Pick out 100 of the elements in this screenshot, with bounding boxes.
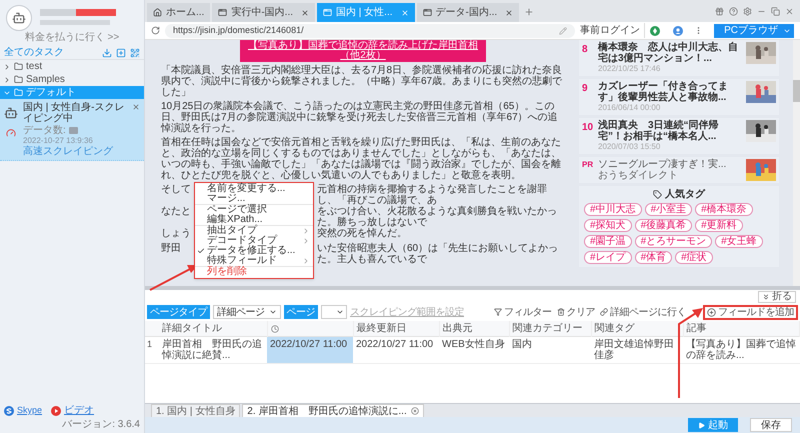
tag-link[interactable]: #とろサーモン <box>634 235 712 248</box>
extension-icon[interactable] <box>650 26 660 36</box>
menu-item[interactable]: 名前を変更する... <box>195 184 313 194</box>
column-header[interactable]: 最終更新日 <box>356 323 406 334</box>
scrollbar[interactable] <box>793 40 800 286</box>
data-count-label: データ数: <box>23 125 66 136</box>
help-icon[interactable] <box>729 6 738 16</box>
browser-tab[interactable]: 実行中-国内... <box>212 3 316 22</box>
clock-icon <box>270 324 278 332</box>
tag-link[interactable]: #女王蜂 <box>715 235 763 248</box>
skype-link[interactable]: Skype <box>17 404 42 418</box>
close-icon[interactable] <box>301 8 310 16</box>
ranking-card[interactable]: 10 浅田真央 3日連続“同伴帰宅”！お相手は“橋本名人... 2020/07/03 15:50 <box>579 118 779 154</box>
tags-title: 人気タグ <box>665 189 705 200</box>
qr-icon[interactable] <box>130 48 140 58</box>
table-cell[interactable]: 2022/10/27 11:00 <box>267 336 353 364</box>
tag-link[interactable]: #症状 <box>675 251 713 264</box>
add-field-button[interactable]: フィールドを追加 <box>703 304 798 320</box>
refresh-icon[interactable] <box>151 26 160 35</box>
login-button[interactable]: 事前ログイン <box>580 23 646 38</box>
settings-icon[interactable] <box>743 6 752 16</box>
column-header[interactable]: 記事 <box>686 323 706 334</box>
close-icon[interactable] <box>410 407 419 415</box>
result-tab[interactable]: 2. 岸田首相 野田氏の追悼演説に... <box>242 404 424 417</box>
rank-number: 8 <box>582 43 589 57</box>
video-link[interactable]: ビデオ <box>64 403 94 418</box>
profile-icon[interactable] <box>673 26 684 36</box>
ranking-title: カズレーザー「付き合ってます」後輩男性芸人と事故物... <box>598 81 729 103</box>
window-icon <box>323 8 332 17</box>
close-icon[interactable] <box>505 8 514 16</box>
tag-link[interactable]: #探知犬 <box>584 219 632 232</box>
column-header[interactable]: 関連タグ <box>594 323 634 334</box>
ranking-card[interactable]: PR ソニーグループ凄すぎ！実... おうちダイレクト <box>579 157 779 183</box>
close-icon[interactable] <box>132 103 140 111</box>
table-cell[interactable]: 岸田首相 野田氏の追悼演説に絶賛... <box>159 336 267 364</box>
profile-avatar <box>6 5 32 31</box>
detail-page-button[interactable]: 詳細ページに行く <box>600 304 686 320</box>
article-paragraph: 10月25日の衆議院本会議で、こう語ったのは立憲民主党の野田佳彦元首相（65）。この日、野田氏は7月の参院選演説中に銃撃を受け死去した安倍晋三元首相（享年67）への追悼演説を行った。 <box>161 101 559 134</box>
play-icon <box>698 422 705 428</box>
article-text: 元首相の持病を揶揄するような発言したことを謝罪し、「再びこの議場で、あ <box>317 184 548 206</box>
column-header[interactable]: 関連カテゴリー <box>512 323 582 334</box>
table-cell[interactable]: 岸田文雄追悼野田佳彦 <box>591 336 683 364</box>
clear-button[interactable]: クリア <box>556 304 595 320</box>
menu-item[interactable]: 列を削除 <box>195 267 313 277</box>
redacted-text <box>40 20 110 25</box>
column-header[interactable]: 詳細タイトル <box>162 323 222 334</box>
tag-link[interactable]: #更新料 <box>695 219 743 232</box>
tag-link[interactable]: #後藤真希 <box>634 219 692 232</box>
menu-item[interactable]: デコードタイプ <box>195 236 313 246</box>
menu-item[interactable]: マージ... <box>195 194 313 204</box>
add-icon[interactable] <box>116 48 126 58</box>
add-icon <box>707 308 716 316</box>
gift-icon[interactable] <box>715 6 724 16</box>
tree-item[interactable]: Samples <box>0 73 144 86</box>
video-icon[interactable] <box>51 406 62 416</box>
ranking-date: 2020/07/03 15:50 <box>598 142 662 152</box>
ranking-date: 2016/06/14 00:00 <box>598 103 662 113</box>
menu-item[interactable]: 編集XPath... <box>195 215 313 225</box>
close-icon[interactable] <box>785 6 794 16</box>
caret-icon <box>336 308 344 316</box>
page-select[interactable]: 詳細ページ <box>213 305 280 319</box>
restore-icon[interactable] <box>771 6 780 16</box>
tag-link[interactable]: #園子温 <box>584 235 632 248</box>
edit-icon[interactable] <box>559 26 568 34</box>
result-tab[interactable]: 1. 国内 | 女性自身 <box>151 404 240 417</box>
new-tab-icon[interactable] <box>524 7 534 17</box>
menu-item[interactable]: 抽出タイプ <box>195 226 313 236</box>
tag-link[interactable]: #中川大志 <box>584 203 642 216</box>
tag-link[interactable]: #小室圭 <box>644 203 692 216</box>
article-paragraph: 首相在任時は国会などで安倍元首相と舌戦を繰り広げた野田氏は、「私は、生前のあなたと、政治的な立場を同じくするものではありませんでした」としながらも、「あなたは、いつの時も、手強い論敵でした」「あなたは議場では『闘う政治家』でしたが、国会を離れ、ひとたび兜を脱ぐと、心優しい気遣いの人でもありました」と敬意を表明。 <box>161 137 562 181</box>
task-card[interactable]: 国内 | 女性自身-スクレイピング中 データ数: 2022-10-27 13:9:36 高速スクレイピング <box>0 99 144 161</box>
menu-item[interactable]: データを修正する... <box>195 246 313 256</box>
tag-link[interactable]: #橋本環奈 <box>695 203 753 216</box>
save-button[interactable]: 保存 <box>750 418 792 432</box>
table-cell[interactable]: 2022/10/27 11:00 <box>353 336 439 364</box>
table-cell[interactable]: 国内 <box>509 336 591 364</box>
dropdown-field[interactable] <box>321 305 347 319</box>
table-cell[interactable]: 【写真あり】国葬で追悼の辞を読み... <box>683 336 800 364</box>
download-icon[interactable] <box>102 48 112 58</box>
browser-tab[interactable]: データ-国内... <box>416 3 520 22</box>
row-number: 1 <box>147 339 152 349</box>
skype-icon[interactable] <box>4 406 14 416</box>
table-cell[interactable]: WEB女性自身 <box>439 336 509 364</box>
folder-icon <box>14 88 23 97</box>
ranking-card[interactable]: 8 橋本環奈 恋人は中川大志、自宅は3億円マンション！... 2022/10/25 17:46 <box>579 40 779 76</box>
article-text: しょう <box>161 228 192 239</box>
tag-link[interactable]: #レイプ <box>584 251 632 264</box>
caret-icon <box>268 308 276 316</box>
window-icon <box>422 8 432 17</box>
browser-tab[interactable]: ホーム... <box>147 3 210 22</box>
column-header[interactable]: 出典元 <box>442 323 472 334</box>
ranking-title: ソニーグループ凄すぎ！実... <box>598 159 728 170</box>
fold-button[interactable]: 折る <box>758 290 796 302</box>
filter-button[interactable]: フィルター <box>494 304 552 320</box>
menu-item[interactable]: 特殊フィールド <box>195 256 313 266</box>
menu-item[interactable]: ページで選択 <box>195 205 313 215</box>
ranking-card[interactable]: 9 カズレーザー「付き合ってます」後輩男性芸人と事故物... 2016/06/14 00:00 <box>579 79 779 115</box>
url-field[interactable]: https://jisin.jp/domestic/2146081/ <box>165 24 576 38</box>
tree-item[interactable]: test <box>0 60 144 73</box>
tag-link[interactable]: #体育 <box>634 251 672 264</box>
